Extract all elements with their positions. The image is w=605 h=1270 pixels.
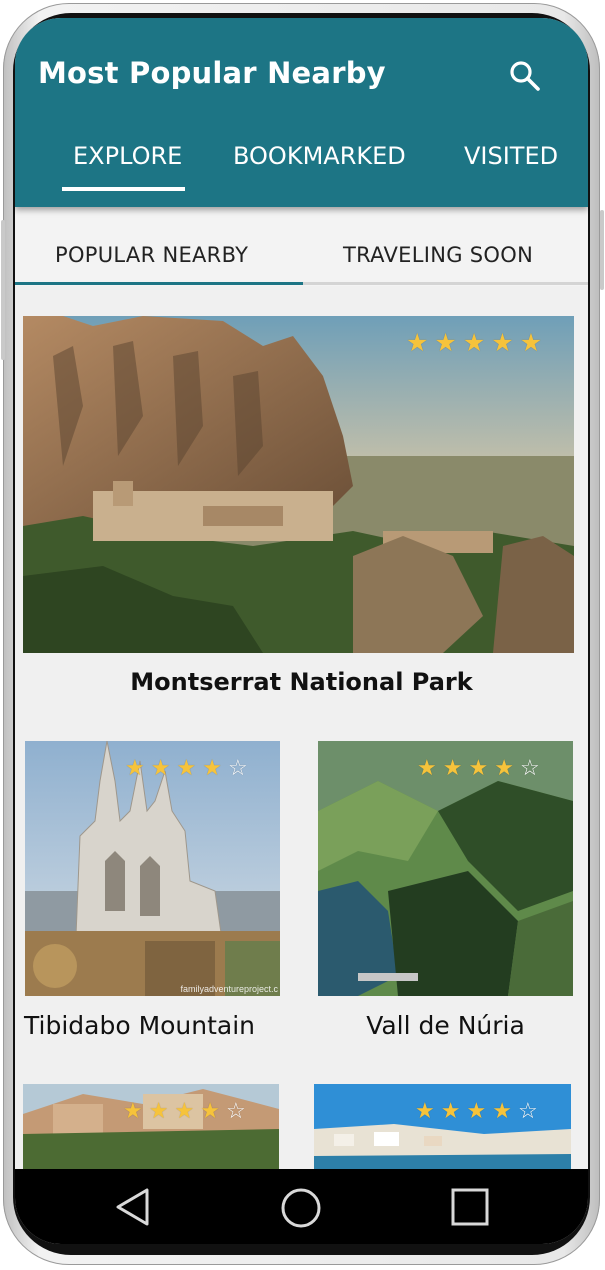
star-filled-icon: ★	[174, 1098, 195, 1123]
home-circle-icon[interactable]	[280, 1187, 322, 1229]
app-bar: Most Popular Nearby EXPLORE BOOKMARKED V…	[15, 18, 588, 207]
star-filled-icon: ★	[148, 1098, 169, 1123]
place-card-tibidabo[interactable]: ★ ★ ★ ★ ☆ familyadventureproject.c	[25, 741, 280, 996]
place-card-partial-right[interactable]: ★ ★ ★ ★ ☆	[314, 1084, 571, 1169]
montserrat-photo	[23, 316, 574, 653]
star-filled-icon: ★	[123, 1098, 143, 1123]
volume-button	[1, 220, 5, 360]
subtab-popular-nearby[interactable]: POPULAR NEARBY	[55, 243, 248, 267]
photo-watermark: familyadventureproject.c	[180, 984, 278, 994]
page-title: Most Popular Nearby	[38, 56, 386, 90]
star-filled-icon: ★	[125, 755, 145, 780]
search-icon[interactable]	[509, 60, 541, 92]
place-card-vall-de-nuria[interactable]: ★ ★ ★ ★ ☆	[318, 741, 573, 996]
rating-stars: ★ ★ ★ ★ ☆	[415, 1100, 538, 1122]
tab-visited[interactable]: VISITED	[464, 142, 558, 170]
sub-tab-bar: POPULAR NEARBY TRAVELING SOON	[15, 207, 588, 286]
star-filled-icon: ★	[417, 755, 437, 780]
place-title: Vall de Núria	[366, 1011, 525, 1040]
tab-bookmarked[interactable]: BOOKMARKED	[233, 142, 406, 170]
star-empty-icon: ☆	[227, 755, 248, 780]
star-filled-icon: ★	[200, 1098, 220, 1123]
star-filled-icon: ★	[494, 755, 514, 780]
star-filled-icon: ★	[468, 755, 489, 780]
place-title: Tibidabo Mountain	[24, 1011, 256, 1040]
rating-stars: ★ ★ ★ ★ ★	[406, 331, 542, 356]
star-filled-icon: ★	[415, 1098, 435, 1123]
power-button	[600, 210, 604, 290]
place-card-partial-left[interactable]: ★ ★ ★ ★ ☆	[23, 1084, 279, 1169]
rating-stars: ★ ★ ★ ★ ☆	[417, 757, 540, 779]
star-filled-icon: ★	[491, 329, 514, 357]
star-empty-icon: ☆	[225, 1098, 246, 1123]
active-subtab-indicator	[15, 282, 303, 285]
rating-stars: ★ ★ ★ ★ ☆	[125, 757, 248, 779]
star-empty-icon: ☆	[519, 755, 540, 780]
app-screen: Most Popular Nearby EXPLORE BOOKMARKED V…	[15, 18, 588, 1244]
place-card-featured[interactable]: ★ ★ ★ ★ ★	[23, 316, 574, 653]
star-filled-icon: ★	[150, 755, 171, 780]
village-photo	[23, 1084, 279, 1169]
star-filled-icon: ★	[492, 1098, 512, 1123]
star-filled-icon: ★	[462, 329, 486, 357]
active-tab-indicator	[62, 187, 185, 191]
star-filled-icon: ★	[176, 755, 197, 780]
star-filled-icon: ★	[466, 1098, 487, 1123]
star-filled-icon: ★	[202, 755, 222, 780]
place-title: Montserrat National Park	[130, 668, 473, 696]
star-filled-icon: ★	[519, 329, 543, 357]
recents-square-icon[interactable]	[451, 1188, 489, 1226]
back-triangle-icon[interactable]	[113, 1187, 153, 1227]
tab-explore[interactable]: EXPLORE	[73, 142, 182, 170]
star-filled-icon: ★	[440, 1098, 461, 1123]
star-filled-icon: ★	[406, 329, 429, 357]
rating-stars: ★ ★ ★ ★ ☆	[123, 1100, 246, 1122]
star-filled-icon: ★	[434, 329, 457, 357]
subtab-traveling-soon[interactable]: TRAVELING SOON	[343, 243, 533, 267]
system-nav-bar	[15, 1169, 588, 1244]
star-empty-icon: ☆	[517, 1098, 538, 1123]
coast-photo	[314, 1084, 571, 1169]
star-filled-icon: ★	[442, 755, 463, 780]
